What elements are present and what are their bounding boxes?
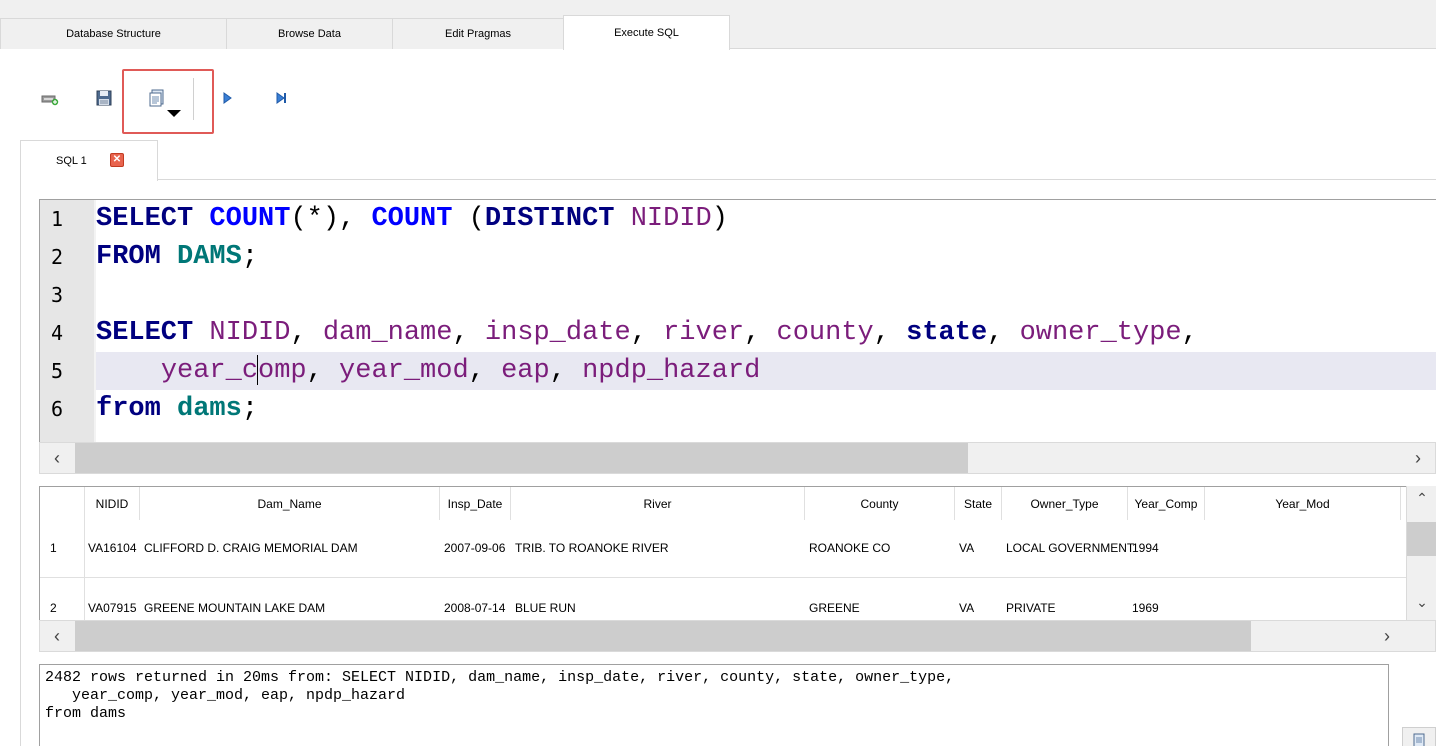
panel-border (20, 180, 21, 746)
execute-all-button[interactable] (214, 86, 238, 110)
table-cell[interactable]: VA (959, 541, 974, 555)
column-header-label: Year_Mod (1275, 496, 1330, 511)
execute-line-button[interactable] (268, 86, 292, 110)
tab-execute-sql[interactable]: Execute SQL (563, 15, 730, 50)
open-tab-button[interactable] (37, 86, 61, 110)
table-cell[interactable]: CLIFFORD D. CRAIG MEMORIAL DAM (144, 541, 358, 555)
open-tab-icon (41, 95, 59, 106)
code-line: SELECT COUNT(*), COUNT (DISTINCT NIDID) (96, 204, 728, 234)
tab-label: Browse Data (278, 28, 341, 40)
code-line: SELECT NIDID, dam_name, insp_date, river… (96, 318, 1198, 348)
execute-all-icon (223, 92, 232, 104)
scrollbar-thumb[interactable] (1407, 522, 1436, 556)
highlight-box (122, 69, 214, 134)
scroll-down-icon[interactable]: ⌄ (1407, 592, 1436, 612)
column-header-label: Dam_Name (257, 496, 322, 511)
code-line: FROM DAMS; (96, 242, 259, 272)
tab-database-structure[interactable]: Database Structure (0, 18, 227, 49)
results-vertical-scrollbar[interactable]: ⌃ ⌄ (1406, 486, 1436, 620)
scroll-up-icon[interactable]: ⌃ (1407, 488, 1436, 508)
column-header-label: Year_Comp (1134, 496, 1198, 511)
column-header-label: River (643, 496, 672, 511)
save-sql-button[interactable] (92, 86, 116, 110)
sql-tab-label: SQL 1 (56, 155, 87, 167)
line-number: 6 (50, 397, 64, 421)
save-results-corner-button[interactable] (1402, 727, 1436, 746)
code-line: from dams; (96, 394, 259, 424)
table-cell[interactable]: 1969 (1132, 601, 1159, 615)
scroll-right-icon[interactable]: › (1401, 443, 1435, 473)
tab-label: Database Structure (66, 28, 161, 40)
sql-tab-bar: SQL 1 ✕ (0, 140, 1436, 181)
column-header-label: Insp_Date (447, 496, 503, 511)
column-header-label: Owner_Type (1030, 496, 1099, 511)
column-header-year-comp[interactable]: Year_Comp (1128, 487, 1205, 520)
table-cell[interactable]: VA (959, 601, 974, 615)
editor-horizontal-scrollbar[interactable]: ‹ › (39, 442, 1436, 474)
column-header-label: NIDID (95, 496, 129, 511)
line-number: 4 (50, 321, 64, 345)
line-number: 1 (50, 207, 64, 231)
tab-label: Execute SQL (614, 27, 679, 39)
column-header-label: County (860, 496, 899, 511)
column-header-insp-date[interactable]: Insp_Date (440, 487, 511, 520)
scroll-right-icon[interactable]: › (1370, 621, 1404, 651)
line-number: 3 (50, 283, 64, 307)
column-header-county[interactable]: County (805, 487, 955, 520)
table-cell[interactable]: 2007-09-06 (444, 541, 505, 555)
sql-editor[interactable]: 1 2 3 4 5 6 SELECT COUNT(*), COUNT (DIST… (39, 199, 1436, 443)
line-number: 5 (50, 359, 64, 383)
execute-line-icon (276, 92, 286, 104)
table-cell[interactable]: ROANOKE CO (809, 541, 890, 555)
save-results-icon (1413, 733, 1425, 746)
table-cell[interactable]: 2008-07-14 (444, 601, 505, 615)
close-icon[interactable]: ✕ (110, 153, 124, 167)
column-header-nidid[interactable]: NIDID (85, 487, 140, 520)
toolbar-separator (193, 78, 194, 120)
table-cell[interactable]: 1994 (1132, 541, 1159, 555)
code-line-current: year_comp, year_mod, eap, npdp_hazard (96, 352, 1436, 390)
main-tab-bar: Database Structure Browse Data Edit Prag… (0, 0, 1436, 50)
table-cell[interactable]: PRIVATE (1006, 601, 1056, 615)
scrollbar-thumb[interactable] (75, 621, 1251, 651)
scrollbar-thumb[interactable] (75, 443, 968, 473)
scroll-left-icon[interactable]: ‹ (40, 621, 74, 651)
results-grid[interactable]: NIDID Dam_Name Insp_Date River County St… (39, 486, 1436, 621)
row-number: 2 (50, 601, 57, 615)
table-cell[interactable]: GREENE MOUNTAIN LAKE DAM (144, 601, 325, 615)
table-cell[interactable]: VA16104 (88, 541, 137, 555)
table-cell[interactable]: TRIB. TO ROANOKE RIVER (515, 541, 669, 555)
column-header-dam-name[interactable]: Dam_Name (140, 487, 440, 520)
tab-browse-data[interactable]: Browse Data (226, 18, 393, 49)
table-cell[interactable]: VA07915 (88, 601, 137, 615)
column-header-year-mod[interactable]: Year_Mod (1205, 487, 1401, 520)
row-header-divider (84, 487, 85, 620)
column-header-owner-type[interactable]: Owner_Type (1002, 487, 1128, 520)
line-number: 2 (50, 245, 64, 269)
column-header-label: State (963, 496, 993, 511)
tab-divider (158, 179, 1436, 180)
results-horizontal-scrollbar[interactable]: ‹ › (39, 620, 1436, 652)
message-pane: 2482 rows returned in 20ms from: SELECT … (39, 664, 1389, 746)
tab-label: Edit Pragmas (444, 28, 512, 40)
table-cell[interactable]: LOCAL GOVERNMENT (1006, 541, 1134, 555)
column-header-river[interactable]: River (511, 487, 805, 520)
table-cell[interactable]: BLUE RUN (515, 601, 576, 615)
tab-sql-1[interactable]: SQL 1 ✕ (20, 140, 158, 181)
column-header-state[interactable]: State (955, 487, 1002, 520)
table-cell[interactable]: GREENE (809, 601, 860, 615)
save-sql-icon (96, 90, 112, 106)
row-number: 1 (50, 541, 57, 555)
row-divider (40, 577, 1406, 578)
scroll-left-icon[interactable]: ‹ (40, 443, 74, 473)
tab-edit-pragmas[interactable]: Edit Pragmas (392, 18, 564, 49)
